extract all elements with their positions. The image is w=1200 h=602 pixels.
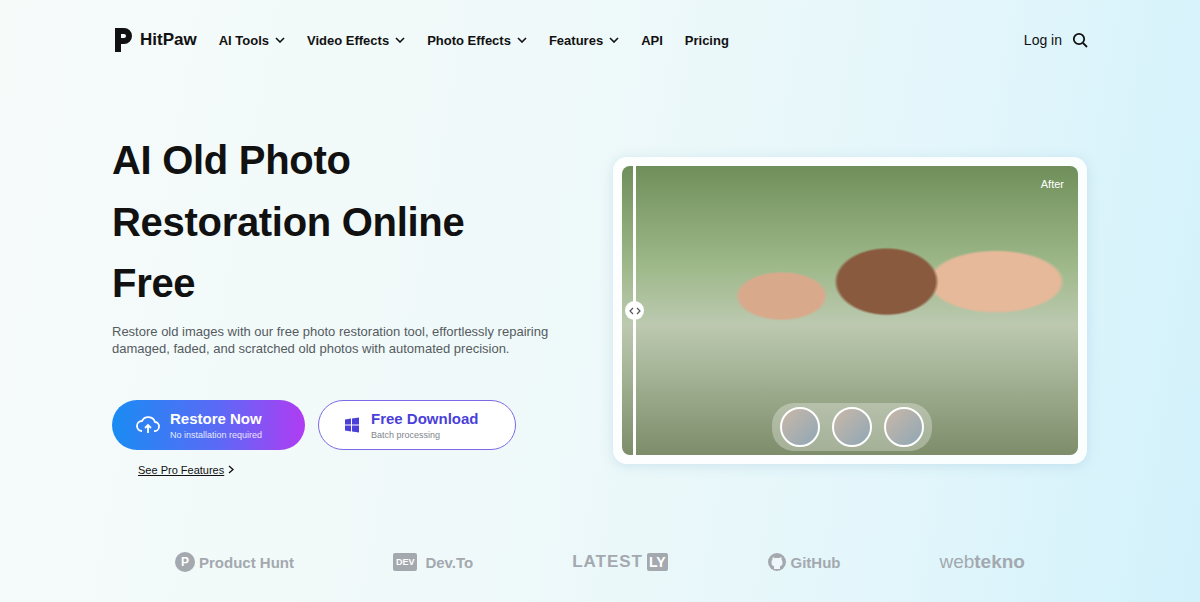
brand-name[interactable]: HitPaw [140, 30, 197, 50]
title-line: AI Old Photo [112, 130, 572, 192]
logo-label: GitHub [791, 554, 841, 571]
nav-label[interactable]: Pricing [685, 33, 729, 48]
link-label[interactable]: See Pro Features [138, 464, 224, 476]
login-link[interactable]: Log in [1024, 32, 1062, 48]
button-texts[interactable]: Restore Now No installation required [170, 410, 262, 440]
button-label[interactable]: Restore Now [170, 410, 262, 427]
logo-label: LATEST [572, 552, 643, 572]
hitpaw-logo-icon [112, 25, 134, 55]
nav-item[interactable]: Features [549, 33, 619, 48]
nav-label[interactable]: Features [549, 33, 603, 48]
chevron-down-icon [395, 37, 405, 43]
logo-badge: P [175, 552, 195, 572]
nav-item[interactable]: Photo Effects [427, 33, 527, 48]
nav-label[interactable]: AI Tools [219, 33, 269, 48]
chevron-down-icon [609, 37, 619, 43]
compare-handle[interactable] [625, 301, 644, 320]
hero-title: AI Old PhotoRestoration OnlineFree [112, 130, 572, 315]
button-sub[interactable]: Batch processing [371, 430, 479, 440]
windows-icon [343, 416, 361, 434]
chevron-right-icon [228, 465, 234, 474]
button-sub[interactable]: No installation required [170, 430, 262, 440]
press-logos: PProduct Hunt DEV Dev.To LATESTLY GitHub webt… [0, 547, 1200, 577]
press-logo: PProduct Hunt [175, 552, 294, 572]
hero-text: AI Old PhotoRestoration OnlineFreeRestor… [112, 80, 572, 535]
hero-description: Restore old images with our free photo r… [112, 323, 557, 358]
sample-thumbnail[interactable] [832, 407, 872, 447]
drag-arrows-icon [629, 307, 641, 315]
free-download-button[interactable]: Free Download Batch processing [318, 400, 516, 450]
sample-thumbnails [772, 403, 932, 451]
logo-label: web [939, 551, 974, 573]
nav-item[interactable]: AI Tools [219, 33, 285, 48]
chevron-down-icon [517, 37, 527, 43]
top-nav: HitPaw AI Tools Video Effects Photo Effects… [0, 0, 1200, 80]
title-line: Restoration Online [112, 192, 572, 254]
chevron-down-icon [275, 37, 285, 43]
restore-now-button[interactable]: Restore Now No installation required [112, 400, 305, 450]
nav-item[interactable]: API [641, 33, 663, 48]
title-line: Free [112, 253, 572, 315]
button-label[interactable]: Free Download [371, 410, 479, 427]
account-area: Log in [1024, 32, 1088, 48]
nav-item[interactable]: Pricing [685, 33, 729, 48]
hero-section: AI Old PhotoRestoration OnlineFreeRestor… [0, 80, 1200, 535]
sample-photo: After [622, 166, 1078, 455]
logo-badge: LY [647, 553, 668, 571]
preview-card: After [613, 157, 1087, 464]
after-badge: After [1041, 178, 1064, 190]
logo-badge: DEV [393, 553, 418, 571]
press-logo: GitHub [767, 552, 841, 572]
logo-badge: tekno [974, 551, 1025, 573]
nav-label[interactable]: API [641, 33, 663, 48]
press-logo: DEV Dev.To [393, 553, 473, 571]
sample-thumbnail[interactable] [884, 407, 924, 447]
brand-logo[interactable]: HitPaw [112, 25, 197, 55]
nav-label[interactable]: Photo Effects [427, 33, 511, 48]
sample-thumbnail[interactable] [780, 407, 820, 447]
logo-label: Dev.To [425, 554, 473, 571]
nav-item[interactable]: Video Effects [307, 33, 405, 48]
press-logo: webtekno [939, 551, 1025, 573]
press-logo: LATESTLY [572, 552, 667, 572]
upload-cloud-icon [136, 414, 160, 436]
nav-label[interactable]: Video Effects [307, 33, 389, 48]
github-icon [767, 552, 787, 572]
button-texts[interactable]: Free Download Batch processing [371, 410, 479, 440]
nav-menu: AI Tools Video Effects Photo Effects Featur… [219, 33, 729, 48]
logo-label: Product Hunt [199, 554, 294, 571]
search-icon[interactable] [1072, 32, 1088, 48]
cta-buttons: Restore Now No installation required Free … [112, 400, 572, 450]
pro-features-link[interactable]: See Pro Features [138, 464, 572, 476]
